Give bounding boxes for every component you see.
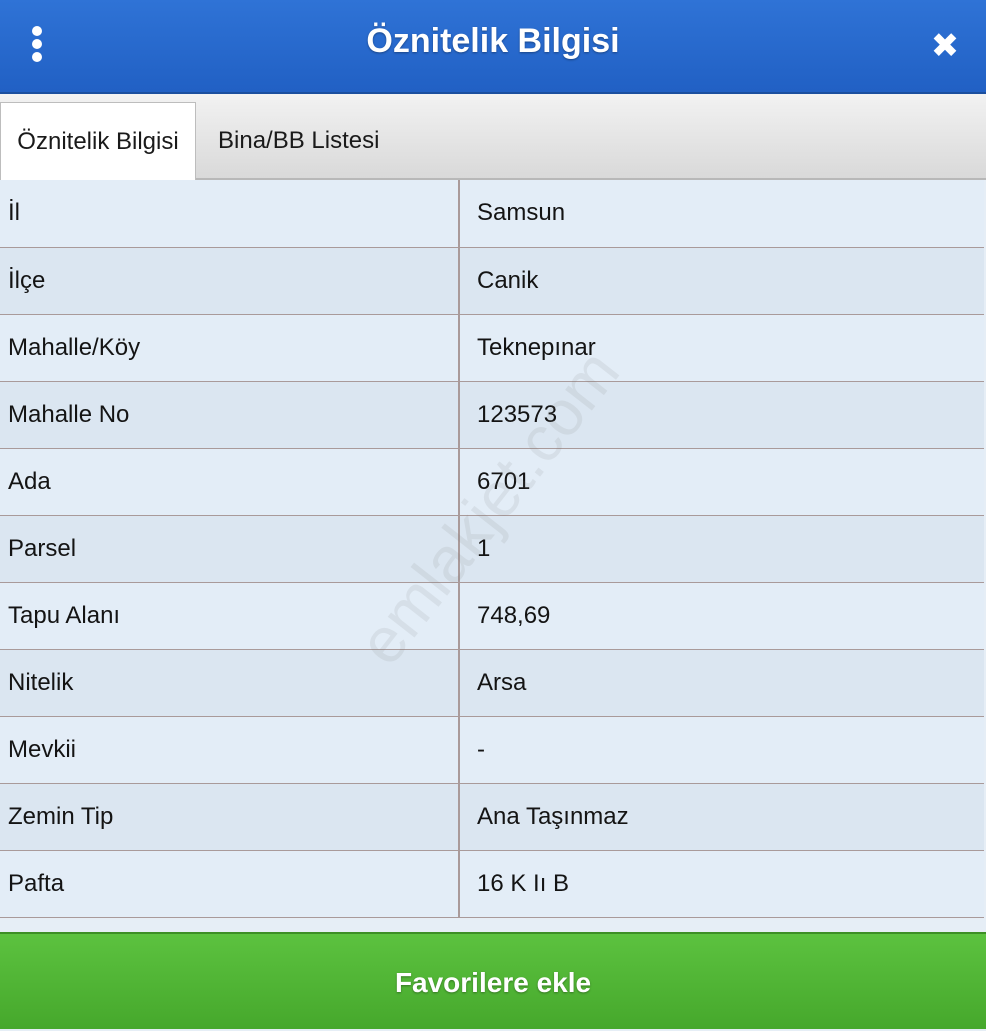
attribute-key: Pafta [0, 850, 460, 918]
table-row: Pafta 16 K Iı B [0, 850, 984, 918]
dialog-title: Öznitelik Bilgisi [366, 22, 620, 60]
table-row: Ada 6701 [0, 448, 984, 516]
attribute-key: Mahalle/Köy [0, 314, 460, 382]
attribute-value: Canik [459, 247, 984, 315]
attribute-table: İl Samsun İlçe Canik Mahalle/Köy Teknepı… [0, 180, 984, 918]
attribute-key: İlçe [0, 247, 460, 315]
attribute-value: 748,69 [459, 582, 984, 650]
attribute-value: 16 K Iı B [459, 850, 984, 918]
attribute-value: 6701 [459, 448, 984, 516]
attribute-value: 123573 [459, 381, 984, 449]
attribute-key: Mahalle No [0, 381, 460, 449]
attribute-key: Zemin Tip [0, 783, 460, 851]
attribute-key: Nitelik [0, 649, 460, 717]
attribute-value: Ana Taşınmaz [459, 783, 984, 851]
attribute-key: Tapu Alanı [0, 582, 460, 650]
attribute-key: Ada [0, 448, 460, 516]
table-row: Mevkii - [0, 716, 984, 784]
attribute-value: Samsun [459, 180, 984, 248]
table-row: Mahalle No 123573 [0, 381, 984, 449]
attribute-key: Mevkii [0, 716, 460, 784]
attribute-value: Teknepınar [459, 314, 984, 382]
attribute-key: Parsel [0, 515, 460, 583]
table-row: İlçe Canik [0, 247, 984, 315]
attribute-value: 1 [459, 515, 984, 583]
attribute-value: Arsa [459, 649, 984, 717]
close-icon[interactable]: ✖ [930, 28, 960, 64]
table-row: Nitelik Arsa [0, 649, 984, 717]
dialog-header: Öznitelik Bilgisi ✖ [0, 0, 986, 94]
table-row: Mahalle/Köy Teknepınar [0, 314, 984, 382]
attribute-value: - [459, 716, 984, 784]
table-row: Tapu Alanı 748,69 [0, 582, 984, 650]
table-row: İl Samsun [0, 180, 984, 248]
add-to-favorites-button[interactable]: Favorilere ekle [0, 932, 986, 1029]
tab-bar: Öznitelik Bilgisi Bina/BB Listesi [0, 94, 986, 182]
table-row: Parsel 1 [0, 515, 984, 583]
tab-bina-bb-listesi[interactable]: Bina/BB Listesi [218, 102, 379, 180]
tab-oznitelik-bilgisi[interactable]: Öznitelik Bilgisi [0, 102, 196, 182]
table-row: Zemin Tip Ana Taşınmaz [0, 783, 984, 851]
attribute-key: İl [0, 180, 460, 248]
